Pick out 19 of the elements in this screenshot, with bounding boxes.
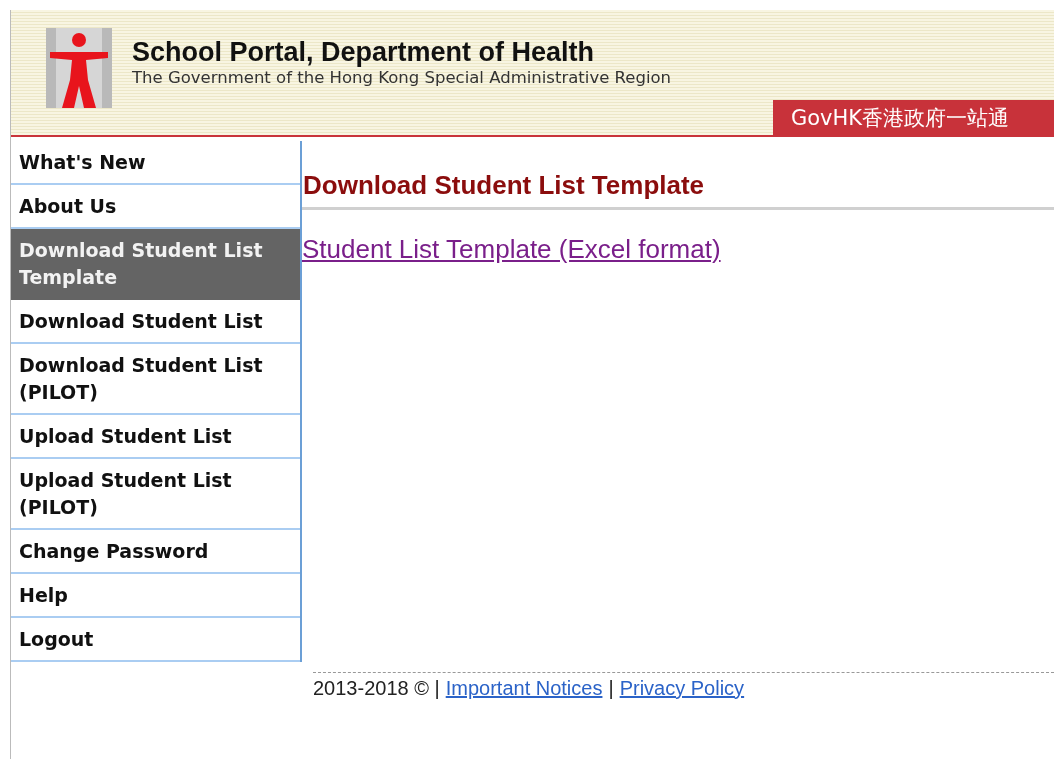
template-link[interactable]: Student List Template (Excel format) <box>302 234 721 265</box>
copyright-text: | <box>608 677 614 700</box>
sidebar-item[interactable]: Download Student List Template <box>11 229 300 300</box>
sidebar-item[interactable]: Help <box>11 574 300 618</box>
footer-link[interactable]: Important Notices <box>445 677 603 700</box>
page-heading: Download Student List Template <box>302 166 1054 210</box>
sidebar-item[interactable]: Logout <box>11 618 300 662</box>
logo-icon <box>46 28 112 108</box>
sidebar-item[interactable]: Download Student List (PILOT) <box>11 344 300 415</box>
sidebar-item[interactable]: Change Password <box>11 530 300 574</box>
copyright-text: 2013-2018 © | <box>313 677 440 700</box>
sidebar-item[interactable]: Upload Student List (PILOT) <box>11 459 300 530</box>
site-title: School Portal, Department of Health <box>132 37 596 67</box>
site-subtitle: The Government of the Hong Kong Special Administrative Region <box>132 67 672 89</box>
footer-link[interactable]: Privacy Policy <box>619 677 745 700</box>
sidebar-item[interactable]: Download Student List <box>11 300 300 344</box>
sidebar-item[interactable]: Upload Student List <box>11 415 300 459</box>
govhk-link[interactable]: GovHK香港政府一站通 <box>773 100 1054 137</box>
sidebar-item[interactable]: What's New <box>11 141 300 185</box>
